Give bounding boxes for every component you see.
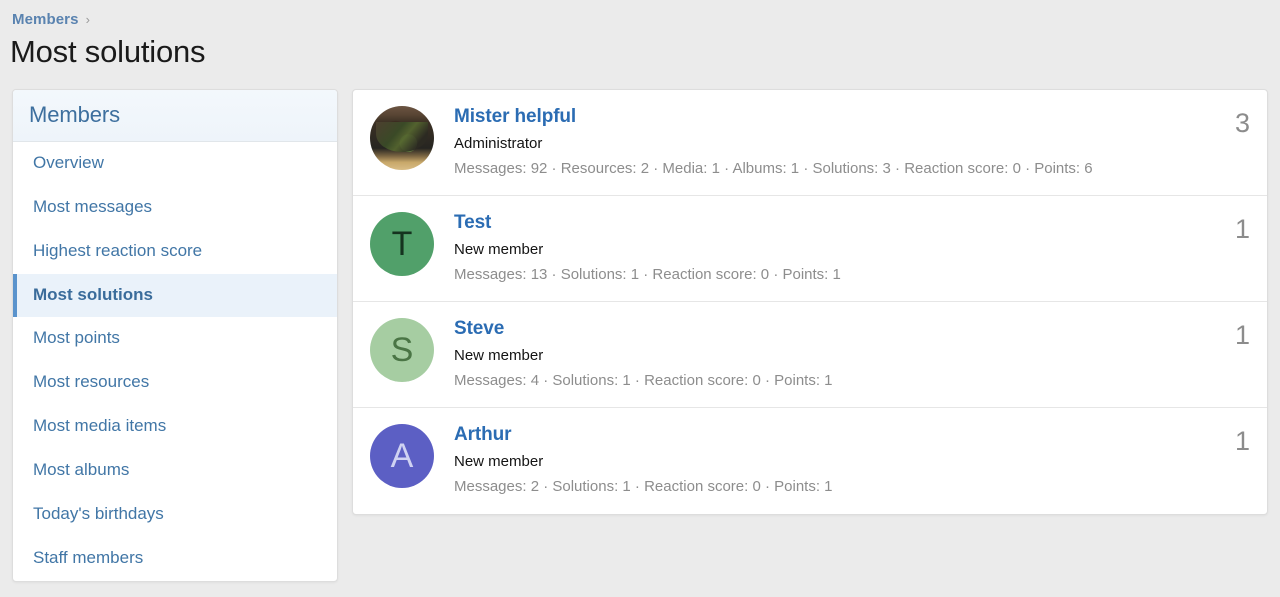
member-info: Test New member Messages: 13 · Solutions: … <box>454 210 1221 285</box>
member-stats: Messages: 2 · Solutions: 1 · Reaction sc… <box>454 478 833 496</box>
member-user-title: New member <box>454 240 544 258</box>
member-name-link[interactable]: Steve <box>454 318 504 341</box>
breadcrumb: Members › <box>0 0 1280 28</box>
member-row[interactable]: A Arthur New member Messages: 2 · Solutions… <box>353 408 1267 514</box>
member-name-row: Arthur <box>454 424 1221 447</box>
member-info: Steve New member Messages: 4 · Solutions: … <box>454 316 1221 391</box>
sidebar-item-highest-reaction-score[interactable]: Highest reaction score <box>13 230 337 274</box>
avatar-initial[interactable]: A <box>370 423 434 488</box>
member-stats: Messages: 92 · Resources: 2 · Media: 1 ·… <box>454 160 1093 178</box>
sidebar-list-item: Most albums <box>13 449 337 493</box>
sidebar-list-item: Most messages <box>13 186 337 230</box>
chevron-right-icon: › <box>85 11 90 27</box>
sidebar-header: Members <box>13 89 337 142</box>
member-row[interactable]: Mister helpful Administrator Messages: 92 … <box>353 90 1267 196</box>
sidebar-item-staff-members[interactable]: Staff members <box>13 537 337 581</box>
sidebar-item-most-solutions[interactable]: Most solutions <box>13 273 337 318</box>
avatar-initial[interactable]: S <box>370 317 434 382</box>
sidebar-item-most-points[interactable]: Most points <box>13 317 337 361</box>
sidebar-list-item: Most media items <box>13 405 337 449</box>
sidebar: Members Overview Most messages Highest rea… <box>12 88 338 583</box>
avatar-photo[interactable] <box>370 105 434 170</box>
member-solution-count: 1 <box>1234 319 1250 350</box>
sidebar-list-item: Highest reaction score <box>13 230 337 274</box>
member-solution-count: 1 <box>1234 425 1250 456</box>
sidebar-item-most-resources[interactable]: Most resources <box>13 361 337 405</box>
sidebar-item-overview[interactable]: Overview <box>13 142 337 186</box>
member-user-title: Administrator <box>454 134 543 152</box>
member-stats: Messages: 13 · Solutions: 1 · Reaction s… <box>454 266 841 284</box>
member-user-title: New member <box>454 346 544 364</box>
sidebar-item-today-s-birthdays[interactable]: Today's birthdays <box>13 493 337 537</box>
member-name-row: Mister helpful <box>454 106 1221 129</box>
member-name-row: Test <box>454 212 1221 235</box>
member-info: Mister helpful Administrator Messages: 92 … <box>454 104 1221 179</box>
sidebar-list-item: Staff members <box>13 537 337 581</box>
member-name-link[interactable]: Mister helpful <box>454 106 576 129</box>
sidebar-nav-list: Overview Most messages Highest reaction sc… <box>13 142 337 581</box>
page-title: Most solutions <box>10 34 206 69</box>
member-solution-count: 1 <box>1234 213 1250 244</box>
sidebar-item-most-messages[interactable]: Most messages <box>13 186 337 230</box>
sidebar-list-item: Most points <box>13 317 337 361</box>
sidebar-item-most-albums[interactable]: Most albums <box>13 449 337 493</box>
sidebar-list-item: Today's birthdays <box>13 493 337 537</box>
sidebar-list-item: Overview <box>13 142 337 186</box>
member-name-row: Steve <box>454 318 1221 341</box>
breadcrumb-item-members[interactable]: Members <box>12 11 79 28</box>
page-layout: Members Overview Most messages Highest rea… <box>0 70 1280 583</box>
avatar-initial[interactable]: T <box>370 211 434 276</box>
member-row[interactable]: T Test New member Messages: 13 · Solutions:… <box>353 196 1267 302</box>
sidebar-list-item: Most resources <box>13 361 337 405</box>
member-info: Arthur New member Messages: 2 · Solutions:… <box>454 422 1221 497</box>
sidebar-item-most-media-items[interactable]: Most media items <box>13 405 337 449</box>
member-name-link[interactable]: Test <box>454 212 491 235</box>
member-name-link[interactable]: Arthur <box>454 424 512 447</box>
sidebar-list-item: Most solutions <box>13 273 337 318</box>
member-user-title: New member <box>454 452 544 470</box>
member-stats: Messages: 4 · Solutions: 1 · Reaction sc… <box>454 372 833 390</box>
member-solution-count: 3 <box>1234 107 1250 138</box>
members-list-panel: Mister helpful Administrator Messages: 92 … <box>352 88 1268 515</box>
member-row[interactable]: S Steve New member Messages: 4 · Solutions:… <box>353 302 1267 408</box>
